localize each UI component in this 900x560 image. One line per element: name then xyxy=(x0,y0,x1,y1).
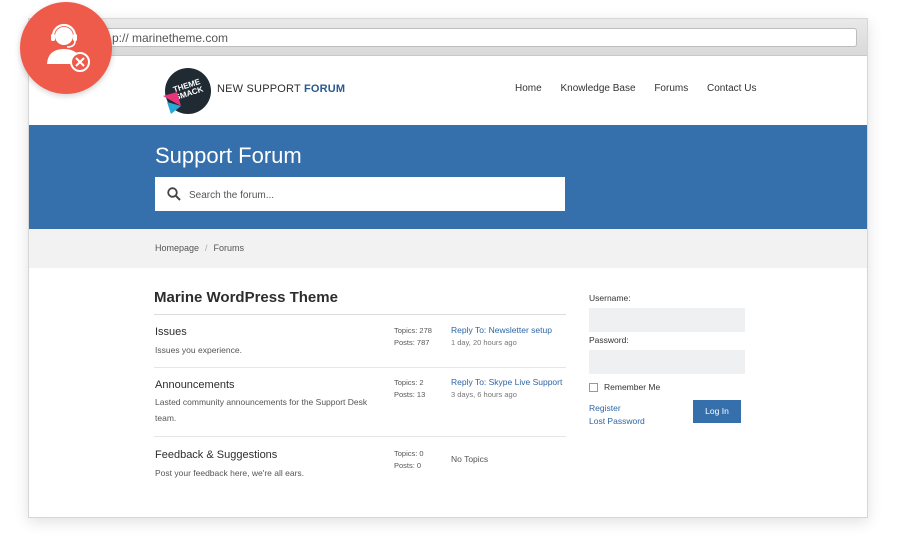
breadcrumb-home[interactable]: Homepage xyxy=(155,243,199,253)
forum-description: Lasted community announcements for the S… xyxy=(155,397,368,423)
page-title: Support Forum xyxy=(155,143,302,168)
breadcrumb-separator: / xyxy=(205,243,208,253)
forum-name[interactable]: Issues xyxy=(155,326,187,338)
last-post: Reply To: Newsletter setup 1 day, 20 hou… xyxy=(451,324,569,349)
site-header: THEME SMACK NEW SUPPORT FORUM Home Knowl… xyxy=(29,56,867,124)
logo-accent-icon xyxy=(163,92,181,114)
last-post: No Topics xyxy=(451,453,569,465)
post-count: Posts: 13 xyxy=(394,390,426,399)
forum-description: Issues you experience. xyxy=(155,345,242,355)
last-post: Reply To: Skype Live Support 3 days, 6 h… xyxy=(451,376,569,401)
breadcrumb: Homepage / Forums xyxy=(29,229,867,268)
topic-count: Topics: 2 xyxy=(394,378,424,387)
last-post-none: No Topics xyxy=(451,454,489,464)
password-label: Password: xyxy=(589,335,629,345)
forum-list: Marine WordPress Theme Issues Issues you… xyxy=(154,289,566,489)
breadcrumb-current: Forums xyxy=(213,243,245,253)
post-count: Posts: 787 xyxy=(394,338,430,347)
hero-banner: Support Forum xyxy=(29,125,867,229)
browser-toolbar: p:// marinetheme.com xyxy=(29,19,867,56)
nav-forums[interactable]: Forums xyxy=(654,83,688,94)
username-label: Username: xyxy=(589,293,631,303)
browser-window: p:// marinetheme.com THEME SMACK NEW SUP… xyxy=(28,18,868,518)
password-field[interactable] xyxy=(589,350,745,374)
support-agent-badge xyxy=(20,2,112,94)
forum-stats: Topics: 0 Posts: 0 xyxy=(394,448,424,472)
topic-count: Topics: 278 xyxy=(394,326,432,335)
last-post-link[interactable]: Reply To: Newsletter setup xyxy=(451,324,569,336)
remember-checkbox[interactable] xyxy=(589,383,598,393)
forum-row: Feedback & Suggestions Post your feedbac… xyxy=(154,437,566,489)
remember-me[interactable]: Remember Me xyxy=(589,382,661,393)
last-post-time: 3 days, 6 hours ago xyxy=(451,390,517,399)
forum-row: Issues Issues you experience. Topics: 27… xyxy=(154,315,566,368)
register-link[interactable]: Register xyxy=(589,403,621,413)
forum-row: Announcements Lasted community announcem… xyxy=(154,368,566,437)
search-box xyxy=(155,177,565,213)
login-button[interactable]: Log In xyxy=(693,400,741,423)
address-bar[interactable]: p:// marinetheme.com xyxy=(41,28,857,47)
last-post-time: 1 day, 20 hours ago xyxy=(451,338,517,347)
main-nav: Home Knowledge Base Forums Contact Us xyxy=(515,83,772,94)
support-agent-icon xyxy=(47,23,90,72)
lost-password-link[interactable]: Lost Password xyxy=(589,416,645,426)
site-title[interactable]: NEW SUPPORT FORUM xyxy=(217,83,345,95)
remember-label: Remember Me xyxy=(604,382,661,392)
forum-description: Post your feedback here, we're all ears. xyxy=(155,468,305,478)
forum-stats: Topics: 278 Posts: 787 xyxy=(394,325,432,349)
forum-section-title: Marine WordPress Theme xyxy=(154,289,338,306)
search-icon xyxy=(167,187,181,201)
nav-contact-us[interactable]: Contact Us xyxy=(707,83,756,94)
forum-stats: Topics: 2 Posts: 13 xyxy=(394,377,425,401)
last-post-link[interactable]: Reply To: Skype Live Support xyxy=(451,376,569,388)
forum-name[interactable]: Feedback & Suggestions xyxy=(155,449,277,461)
post-count: Posts: 0 xyxy=(394,461,422,470)
nav-knowledge-base[interactable]: Knowledge Base xyxy=(560,83,635,94)
topic-count: Topics: 0 xyxy=(394,449,424,458)
nav-home[interactable]: Home xyxy=(515,83,542,94)
forum-name[interactable]: Announcements xyxy=(155,379,235,391)
search-input[interactable] xyxy=(187,177,551,213)
username-field[interactable] xyxy=(589,308,745,332)
